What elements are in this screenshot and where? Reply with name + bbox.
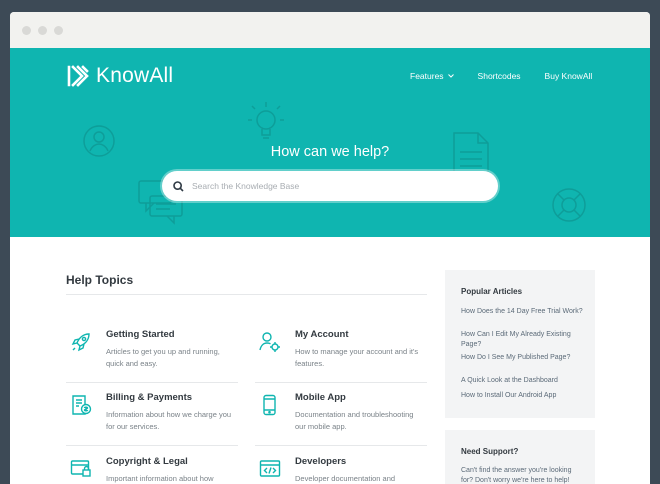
nav-item-buy-knowall[interactable]: Buy KnowAll [545,71,593,81]
user-gear-icon [259,332,280,352]
divider [255,445,427,446]
topic-description: Developer documentation and [295,474,396,483]
nav-item-shortcodes[interactable]: Shortcodes [478,71,521,81]
window-control-dot[interactable] [38,26,47,35]
browser-lock-icon [70,460,91,477]
topic-description: Articles to get you up and running, quic… [106,347,220,368]
search-bar[interactable]: Search the Knowledge Base [162,171,498,201]
window-titlebar [10,12,650,48]
topic-title: Mobile App [295,392,346,403]
window-control-dot[interactable] [54,26,63,35]
window-control-dot[interactable] [22,26,31,35]
topic-title: Getting Started [106,329,175,340]
lifebuoy-icon [552,188,586,222]
nav-item-label: Features [410,71,444,81]
support-panel: Need Support? Can't find the answer you'… [445,430,595,484]
code-window-icon [259,460,281,477]
topic-billing-payments[interactable]: Billing & Payments Information about how… [66,392,238,442]
divider [66,382,238,383]
invoice-icon [72,395,92,415]
topic-description: Information about how we charge you for … [106,410,232,431]
nav-item-label: Shortcodes [477,71,521,81]
topic-copyright-legal[interactable]: Copyright & Legal Important information … [66,456,238,484]
article-link[interactable]: How Does the 14 Day Free Trial Work? [461,307,583,317]
panel-title: Popular Articles [461,287,523,296]
topic-title: Copyright & Legal [106,456,188,467]
brand-name: KnowAll [96,64,174,87]
nav-item-label: Buy KnowAll [544,71,593,81]
topic-title: Billing & Payments [106,392,193,403]
topic-developers[interactable]: Developers Developer documentation and [255,456,427,484]
help-topics-title: Help Topics [66,273,134,287]
mobile-phone-icon [263,394,276,416]
article-link[interactable]: How Do I See My Published Page? [461,353,583,363]
topic-getting-started[interactable]: Getting Started Articles to get you up a… [66,329,238,379]
lightbulb-icon [248,102,284,139]
topic-description: Documentation and troubleshooting our mo… [295,410,414,431]
topic-description: How to manage your account and it's feat… [295,347,419,368]
knowall-logo-icon [67,65,89,87]
support-text: Can't find the answer you're looking for… [461,467,572,484]
divider [66,294,427,295]
article-link[interactable]: How to Install Our Android App [461,391,583,401]
hero-title: How can we help? [270,144,390,160]
topic-title: Developers [295,456,347,467]
brand-logo[interactable]: KnowAll [66,64,173,88]
main-nav: Features Shortcodes Buy KnowAll [410,71,616,81]
nav-item-features[interactable]: Features [410,71,454,81]
topic-description: Important information about how [106,474,214,483]
topic-title: My Account [295,329,349,340]
rocket-icon [71,333,90,352]
article-link[interactable]: How Can I Edit My Already Existing Page? [461,330,583,350]
topic-mobile-app[interactable]: Mobile App Documentation and troubleshoo… [255,392,427,442]
divider [66,445,238,446]
popular-articles-panel: Popular Articles How Does the 14 Day Fre… [445,270,595,418]
panel-title: Need Support? [461,447,519,456]
search-icon [173,180,184,192]
hero-banner: KnowAll Features Shortcodes Buy KnowAll … [10,48,650,237]
topic-my-account[interactable]: My Account How to manage your account an… [255,329,427,379]
divider [255,382,427,383]
search-input[interactable]: Search the Knowledge Base [192,181,299,191]
article-link[interactable]: A Quick Look at the Dashboard [461,376,583,386]
browser-window: KnowAll Features Shortcodes Buy KnowAll … [10,12,650,484]
chevron-down-icon [447,74,454,78]
